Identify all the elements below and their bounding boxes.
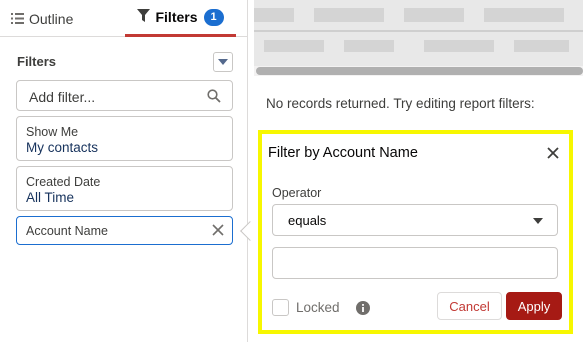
tab-filters[interactable]: Filters 1 [125, 0, 236, 37]
filters-menu-button[interactable] [213, 52, 233, 72]
horizontal-scrollbar[interactable] [256, 67, 583, 75]
filters-heading: Filters [17, 54, 57, 69]
info-icon[interactable] [356, 301, 370, 320]
list-icon [11, 11, 24, 27]
operator-select[interactable]: equals [272, 204, 558, 236]
popover-title: Filter by Account Name [268, 145, 418, 161]
operator-label: Operator [272, 186, 322, 200]
filter-count-badge: 1 [203, 8, 224, 26]
filter-card-show-me[interactable]: Show Me My contacts [16, 116, 233, 161]
filter-card-value: My contacts [26, 140, 99, 155]
remove-filter-icon[interactable] [210, 222, 226, 243]
chevron-down-icon [218, 59, 228, 65]
filter-card-created-date[interactable]: Created Date All Time [16, 166, 233, 211]
locked-checkbox[interactable] [272, 299, 289, 316]
add-filter-input[interactable]: Add filter... [16, 80, 233, 111]
report-preview-blurred [254, 0, 583, 66]
close-icon[interactable] [547, 146, 559, 164]
pane-tabs: Outline Filters 1 [0, 0, 248, 37]
locked-label: Locked [296, 300, 340, 315]
filter-popover: Filter by Account Name Operator equals L… [258, 130, 573, 334]
tab-outline-label: Outline [29, 10, 74, 27]
add-filter-placeholder: Add filter... [29, 89, 96, 105]
filter-pane: Outline Filters 1 Filters Add filter... … [0, 0, 248, 342]
search-icon [207, 89, 221, 108]
no-records-message: No records returned. Try editing report … [266, 96, 535, 111]
chevron-down-icon [533, 218, 543, 224]
cancel-button[interactable]: Cancel [437, 292, 502, 320]
filter-card-value: All Time [26, 190, 75, 205]
apply-button[interactable]: Apply [506, 292, 562, 320]
filter-value-input[interactable] [272, 247, 558, 279]
funnel-icon [137, 9, 151, 25]
filter-card-label: Show Me [26, 125, 79, 139]
operator-value: equals [288, 213, 327, 228]
filter-card-account-name[interactable]: Account Name [16, 216, 233, 245]
filter-card-label: Account Name [26, 224, 108, 238]
tab-outline[interactable]: Outline [11, 0, 73, 37]
tab-filters-label: Filters [155, 9, 198, 25]
filter-card-label: Created Date [26, 175, 101, 189]
